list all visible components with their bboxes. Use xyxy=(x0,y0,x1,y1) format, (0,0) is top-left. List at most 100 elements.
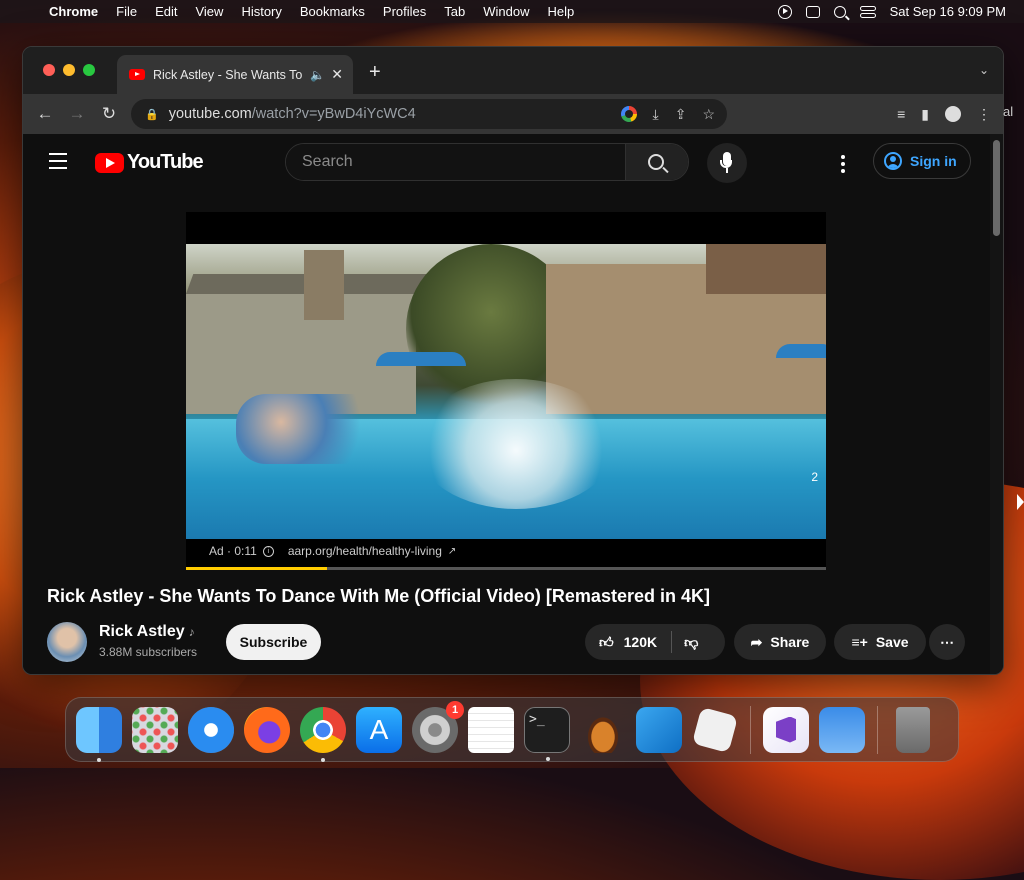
menu-file[interactable]: File xyxy=(107,4,146,19)
screen-mirroring-icon[interactable] xyxy=(805,5,820,18)
menu-window[interactable]: Window xyxy=(474,4,538,19)
chrome-window: Rick Astley - She Wants To Dance With Me… xyxy=(22,46,1004,675)
share-label: Share xyxy=(770,634,810,650)
save-button[interactable]: ≡+ Save xyxy=(834,624,926,660)
share-icon: ➦ xyxy=(750,633,763,650)
music-note-icon: ♪ xyxy=(188,625,195,639)
url-host: youtube.com xyxy=(168,106,252,122)
like-button[interactable]: 👍︎ 120K xyxy=(585,634,657,651)
app-store-icon[interactable]: A xyxy=(356,706,402,753)
menu-bookmarks[interactable]: Bookmarks xyxy=(291,4,374,19)
install-app-icon[interactable]: ⤓ xyxy=(653,106,659,123)
youtube-favicon-icon xyxy=(129,69,145,80)
search-input[interactable] xyxy=(286,144,625,180)
minimize-window-button[interactable] xyxy=(63,64,75,76)
trash-icon[interactable] xyxy=(896,706,930,753)
roblox-icon[interactable] xyxy=(691,706,739,753)
like-count: 120K xyxy=(623,634,658,650)
ad-info-icon[interactable]: i xyxy=(262,545,274,557)
dock: A 1 >_ xyxy=(65,697,959,762)
forward-button[interactable]: → xyxy=(61,104,93,124)
guide-menu-icon[interactable] xyxy=(49,153,67,174)
youtube-header: YouTube Sign in xyxy=(23,134,988,190)
spotlight-search-icon[interactable] xyxy=(833,5,846,18)
control-center-icon[interactable] xyxy=(859,5,876,18)
subscribe-button[interactable]: Subscribe xyxy=(226,624,321,660)
tab-youtube[interactable]: Rick Astley - She Wants To Dance With Me… xyxy=(117,55,353,94)
launchpad-icon[interactable] xyxy=(132,706,178,753)
google-lens-icon[interactable] xyxy=(620,106,637,122)
menu-app-name[interactable]: Chrome xyxy=(40,4,107,19)
mouse-cursor-icon xyxy=(1017,494,1024,510)
profile-avatar-icon[interactable] xyxy=(945,106,961,122)
channel-avatar[interactable] xyxy=(47,622,87,662)
ad-count-badge: 2 xyxy=(811,470,818,484)
menu-help[interactable]: Help xyxy=(539,4,584,19)
back-button[interactable]: ← xyxy=(29,104,61,124)
close-tab-icon[interactable]: ✕ xyxy=(331,66,343,83)
subscriber-count: 3.88M subscribers xyxy=(99,645,198,659)
share-button[interactable]: ➦ Share xyxy=(734,624,826,660)
youtube-play-logo-icon xyxy=(95,152,124,173)
video-frame[interactable]: 2 xyxy=(186,244,826,539)
close-window-button[interactable] xyxy=(43,64,55,76)
menu-profiles[interactable]: Profiles xyxy=(374,4,435,19)
page-scrollbar[interactable] xyxy=(990,134,1003,674)
video-player[interactable]: 2 Ad · 0:11 i aarp.org/health/healthy-li… xyxy=(186,212,826,570)
dislike-button[interactable]: 👎︎ xyxy=(684,634,698,651)
share-page-icon[interactable]: ⇪ xyxy=(675,106,687,123)
search-button[interactable] xyxy=(625,144,688,180)
like-dislike-group: 👍︎ 120K 👎︎ xyxy=(585,624,725,660)
side-panel-icon[interactable]: ▮ xyxy=(921,106,929,123)
media-controls-icon[interactable]: ≡ xyxy=(897,106,905,122)
site-info-icon[interactable]: 🔒 xyxy=(145,108,159,121)
zoom-window-button[interactable] xyxy=(83,64,95,76)
menubar-clock[interactable]: Sat Sep 16 9:09 PM xyxy=(890,4,1006,19)
reload-button[interactable]: ↻ xyxy=(93,104,125,124)
visual-studio-icon[interactable] xyxy=(763,706,809,753)
vscode-icon[interactable] xyxy=(636,706,682,753)
search-icon xyxy=(648,154,664,170)
url-path: /watch?v=yBwD4iYcWC4 xyxy=(251,106,416,122)
garageband-icon[interactable] xyxy=(580,706,626,753)
thumbs-down-icon: 👎︎ xyxy=(684,633,699,650)
audio-playing-icon[interactable]: 🔈 xyxy=(310,68,325,82)
menu-history[interactable]: History xyxy=(232,4,290,19)
youtube-wordmark: YouTube xyxy=(127,151,204,173)
save-label: Save xyxy=(875,634,909,650)
channel-name[interactable]: Rick Astley xyxy=(99,623,185,640)
tab-search-chevron-icon[interactable]: ⌄ xyxy=(979,63,989,77)
video-title: Rick Astley - She Wants To Dance With Me… xyxy=(47,586,710,606)
ad-progress-bar[interactable] xyxy=(186,567,826,570)
youtube-logo[interactable]: YouTube xyxy=(95,151,204,174)
channel-name-row[interactable]: Rick Astley ♪ xyxy=(99,623,195,641)
settings-more-icon[interactable] xyxy=(841,155,845,176)
sign-in-button[interactable]: Sign in xyxy=(873,143,971,179)
voice-search-button[interactable] xyxy=(707,143,747,183)
chrome-menu-icon[interactable]: ⋮ xyxy=(977,106,991,123)
terminal-icon[interactable]: >_ xyxy=(524,706,570,761)
weather-icon[interactable] xyxy=(819,706,865,753)
more-actions-button[interactable]: ⋯ xyxy=(929,624,965,660)
menu-bar: Chrome File Edit View History Bookmarks … xyxy=(0,0,1024,23)
safari-icon[interactable] xyxy=(188,706,234,753)
menu-tab[interactable]: Tab xyxy=(435,4,474,19)
sign-in-label: Sign in xyxy=(910,153,957,169)
new-tab-button[interactable]: + xyxy=(369,61,381,84)
textedit-icon[interactable] xyxy=(468,706,514,753)
address-bar[interactable]: 🔒 youtube.com/watch?v=yBwD4iYcWC4 ⤓ ⇪ ☆ xyxy=(131,99,727,129)
firefox-icon[interactable] xyxy=(244,706,290,753)
account-icon xyxy=(884,152,902,170)
bookmark-star-icon[interactable]: ☆ xyxy=(702,106,715,123)
scrollbar-thumb[interactable] xyxy=(993,140,1000,236)
background-window-edge-text: al xyxy=(1003,104,1014,119)
menu-edit[interactable]: Edit xyxy=(146,4,186,19)
tab-strip: Rick Astley - She Wants To Dance With Me… xyxy=(23,47,1003,94)
chrome-icon[interactable] xyxy=(300,706,346,762)
system-settings-icon[interactable]: 1 xyxy=(412,700,464,753)
now-playing-icon[interactable] xyxy=(777,4,792,19)
finder-icon[interactable] xyxy=(76,706,122,762)
ad-link[interactable]: aarp.org/health/healthy-living xyxy=(288,544,442,558)
youtube-page: YouTube Sign in 2 xyxy=(23,134,1003,674)
menu-view[interactable]: View xyxy=(186,4,232,19)
